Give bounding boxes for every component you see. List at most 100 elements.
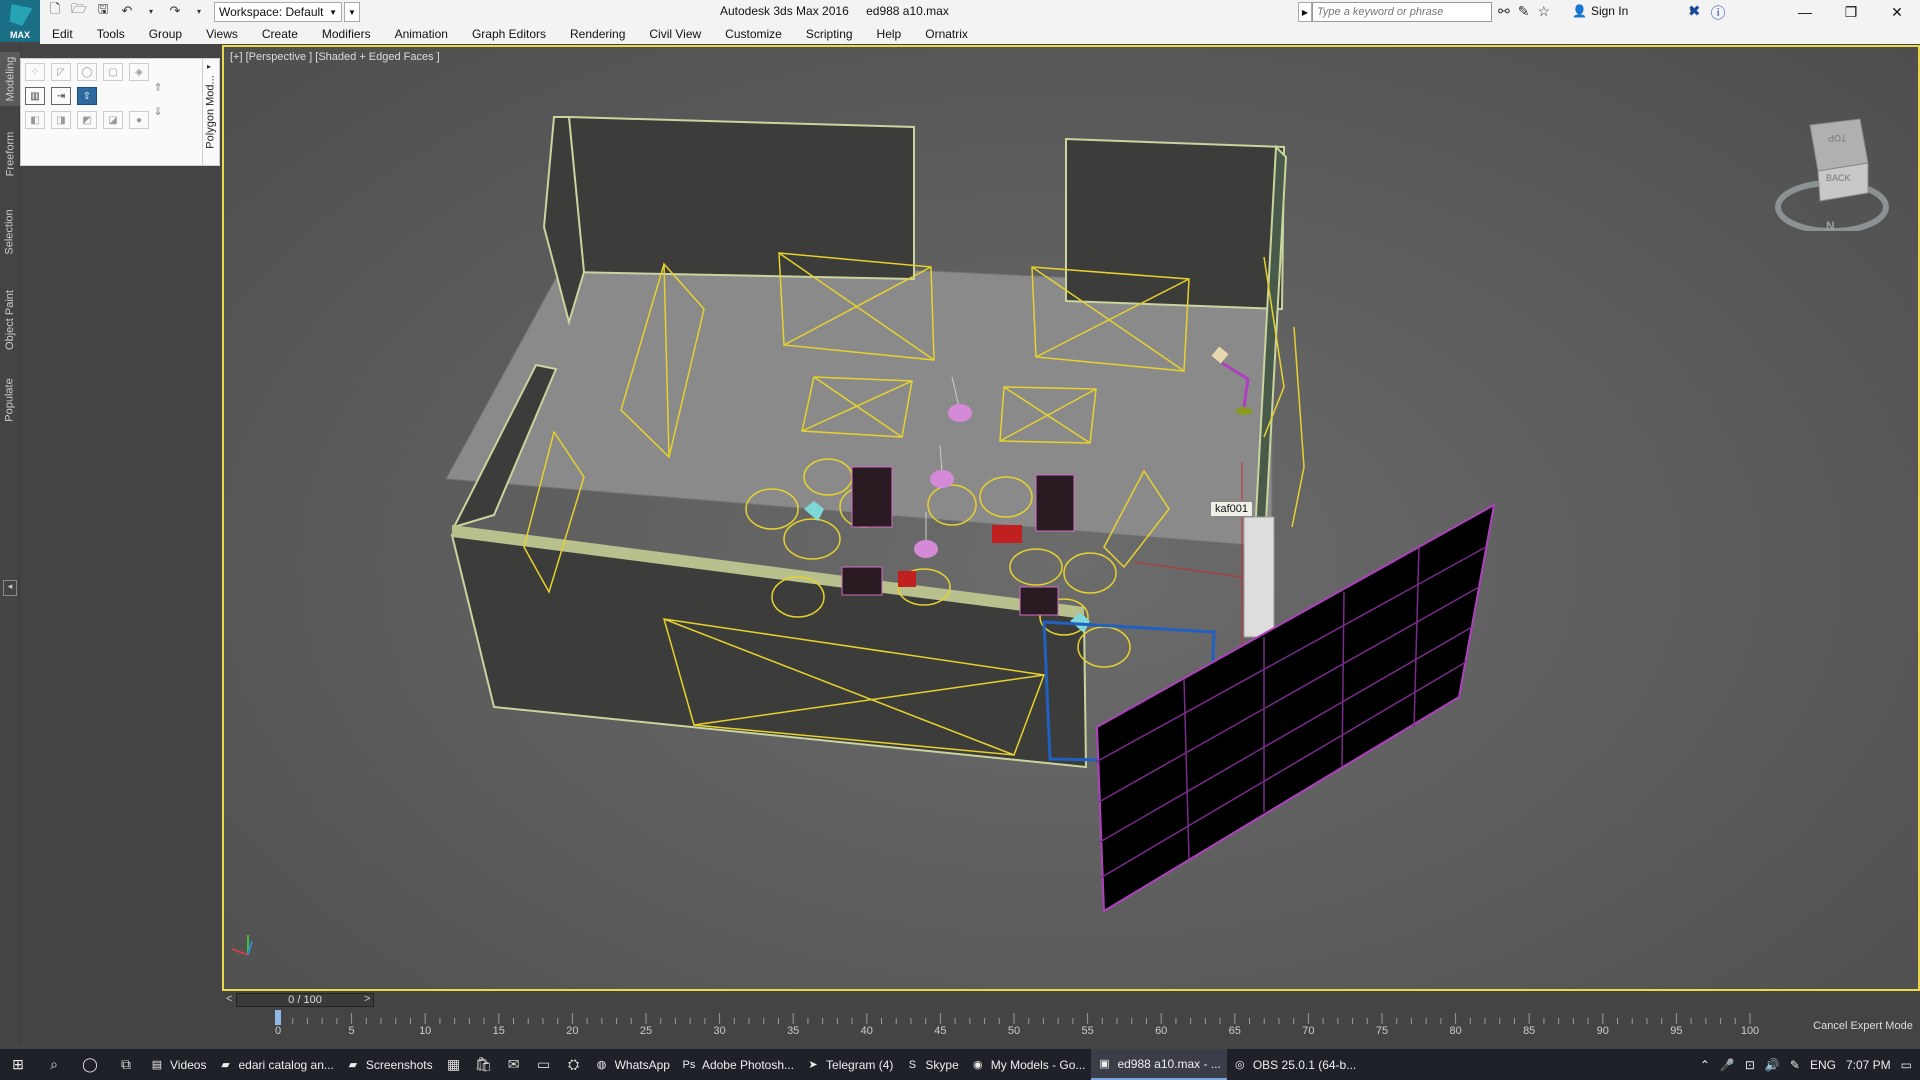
volume-icon[interactable]: 🔊 — [1765, 1058, 1780, 1072]
menu-modifiers[interactable]: Modifiers — [310, 27, 383, 41]
preserve-uvs-icon[interactable]: ◧ — [25, 111, 45, 129]
menu-create[interactable]: Create — [250, 27, 310, 41]
redo-icon[interactable]: ↷ — [166, 2, 184, 20]
workspace-dropdown[interactable]: Workspace: Default ▼ — [214, 2, 342, 22]
workspace-options-icon[interactable]: ▼ — [344, 2, 360, 22]
mail-icon[interactable]: ✉ — [499, 1049, 529, 1080]
arrow-up-icon[interactable]: ⇑ — [149, 81, 167, 99]
microphone-icon[interactable]: 🎤 — [1720, 1058, 1735, 1072]
pen-icon[interactable]: ✎ — [1790, 1058, 1800, 1072]
language-indicator[interactable]: ENG — [1810, 1058, 1836, 1072]
polygon-icon[interactable]: ▢ — [103, 63, 123, 81]
tab-populate[interactable]: Populate — [0, 370, 20, 430]
element-icon[interactable]: ◈ — [129, 63, 149, 81]
edge-icon[interactable]: ◸ — [51, 63, 71, 81]
notifications-icon[interactable]: ▭ — [1901, 1058, 1912, 1072]
modify-mode-icon[interactable]: ▥ — [25, 87, 45, 105]
menu-graph-editors[interactable]: Graph Editors — [460, 27, 558, 41]
menu-group[interactable]: Group — [137, 27, 194, 41]
close-icon[interactable]: ✕ — [1874, 0, 1920, 24]
minimize-icon[interactable]: — — [1782, 0, 1828, 24]
redo-dropdown-icon[interactable]: ▾ — [190, 2, 208, 20]
calculator-icon[interactable]: ▦ — [439, 1049, 469, 1080]
vertex-icon[interactable]: ⁘ — [25, 63, 45, 81]
border-icon[interactable]: ◯ — [77, 63, 97, 81]
cancel-expert-mode-button[interactable]: Cancel Expert Mode — [1806, 1012, 1920, 1040]
menu-customize[interactable]: Customize — [713, 27, 794, 41]
binoculars-icon[interactable]: ⚯ — [1498, 3, 1510, 20]
undo-icon[interactable]: ↶ — [118, 2, 136, 20]
ribbon-toggle-icon[interactable]: ◂ — [3, 580, 17, 596]
tab-modeling[interactable]: Modeling — [0, 52, 20, 106]
taskbar-item[interactable]: ➤ Telegram (4) — [800, 1049, 899, 1080]
trackbar[interactable]: 0 5 10 15 20 25 30 35 40 45 50 55 60 65 70 75 80 85 90 95 10… — [222, 1009, 1802, 1049]
taskbar-item[interactable]: ◉ My Models - Go... — [965, 1049, 1092, 1080]
desktop-icon[interactable]: ▭ — [529, 1049, 559, 1080]
menu-civil-view[interactable]: Civil View — [637, 27, 713, 41]
sign-in-button[interactable]: 👤 Sign In ▼ — [1572, 4, 1696, 18]
task-view-icon[interactable]: ⧉ — [108, 1049, 144, 1080]
taskbar-item[interactable]: Ps Adobe Photosh... — [676, 1049, 800, 1080]
new-file-icon[interactable]: 🗋 — [46, 1, 64, 20]
search-icon[interactable]: ⌕ — [36, 1049, 72, 1080]
menu-scripting[interactable]: Scripting — [794, 27, 865, 41]
frame-tick-label: 20 — [566, 1025, 579, 1037]
menu-edit[interactable]: Edit — [40, 27, 85, 41]
edit-soft-icon[interactable]: ◨ — [51, 111, 71, 129]
restore-icon[interactable]: ❐ — [1828, 0, 1874, 24]
tab-freeform[interactable]: Freeform — [0, 124, 20, 184]
store-icon[interactable]: 🛍 — [469, 1049, 499, 1080]
open-file-icon[interactable]: 🗁 — [70, 1, 88, 20]
clock[interactable]: 7:07 PM — [1846, 1058, 1891, 1072]
viewcube-back-label[interactable]: BACK — [1826, 173, 1851, 183]
app-menu-button[interactable]: MAX — [0, 0, 40, 42]
communication-center-icon[interactable]: ✎ — [1518, 3, 1530, 20]
time-slider[interactable]: 0 / 100 — [236, 993, 374, 1007]
viewcube[interactable]: TOP BACK N — [1770, 111, 1894, 234]
polygon-modeling-tab[interactable]: Polygon Mod... — [202, 58, 220, 166]
chevron-right-icon[interactable]: ▸ — [207, 62, 211, 71]
menu-views[interactable]: Views — [194, 27, 250, 41]
prev-frame-icon[interactable]: < — [226, 993, 232, 1005]
collapse-icon[interactable]: ◩ — [77, 111, 97, 129]
search-expand-icon[interactable]: ▶ — [1298, 2, 1312, 22]
tab-modeling-label: Modeling — [4, 56, 17, 102]
make-planar-icon[interactable]: ◪ — [103, 111, 123, 129]
exchange-apps-icon[interactable]: ✖ — [1688, 2, 1701, 23]
frame-tick-label: 0 — [274, 1025, 282, 1037]
menu-ornatrix[interactable]: Ornatrix — [913, 27, 980, 41]
network-icon[interactable]: ⊡ — [1745, 1058, 1755, 1072]
tab-selection[interactable]: Selection — [0, 202, 20, 262]
taskbar-item[interactable]: ▣ ed988 a10.max - ... — [1091, 1049, 1227, 1080]
save-icon[interactable]: 🖫 — [94, 1, 112, 20]
viewcube-top-label[interactable]: TOP — [1828, 133, 1846, 143]
arrow-down-icon[interactable]: ⇓ — [149, 105, 167, 123]
menu-animation[interactable]: Animation — [383, 27, 460, 41]
taskbar-item[interactable]: ◍ WhatsApp — [589, 1049, 676, 1080]
show-end-result-icon[interactable]: ⇧ — [77, 87, 97, 105]
taskbar-item[interactable]: ▰ Screenshots — [340, 1049, 439, 1080]
pin-stack-icon[interactable]: ⇥ — [51, 87, 71, 105]
cortana-icon[interactable]: ◯ — [72, 1049, 108, 1080]
help-icon[interactable]: ⓘ — [1711, 2, 1726, 23]
menu-tools[interactable]: Tools — [85, 27, 137, 41]
scene-render — [231, 115, 1496, 956]
chevron-up-icon[interactable]: ⌃ — [1700, 1058, 1710, 1072]
tab-object-paint[interactable]: Object Paint — [0, 280, 20, 360]
current-frame-marker[interactable] — [275, 1010, 281, 1025]
ignore-backfacing-icon[interactable]: ● — [129, 111, 149, 129]
next-frame-icon[interactable]: > — [364, 993, 370, 1005]
network-drive-icon[interactable]: ⛭ — [559, 1049, 589, 1080]
perspective-viewport[interactable]: [+] [Perspective ] [Shaded + Edged Faces… — [222, 45, 1920, 991]
undo-dropdown-icon[interactable]: ▾ — [142, 2, 160, 20]
menu-rendering[interactable]: Rendering — [558, 27, 637, 41]
taskbar-item[interactable]: ▰ edari catalog an... — [212, 1049, 339, 1080]
search-input[interactable]: Type a keyword or phrase — [1312, 2, 1492, 22]
taskbar-item[interactable]: S Skype — [899, 1049, 964, 1080]
taskbar-item[interactable]: ◎ OBS 25.0.1 (64-b... — [1227, 1049, 1362, 1080]
windows-start-icon[interactable]: ⊞ — [0, 1049, 36, 1080]
favorites-star-icon[interactable]: ☆ — [1537, 3, 1550, 20]
viewcube-compass-n[interactable]: N — [1826, 219, 1835, 233]
taskbar-item[interactable]: ▤ Videos — [144, 1049, 212, 1080]
menu-help[interactable]: Help — [865, 27, 914, 41]
